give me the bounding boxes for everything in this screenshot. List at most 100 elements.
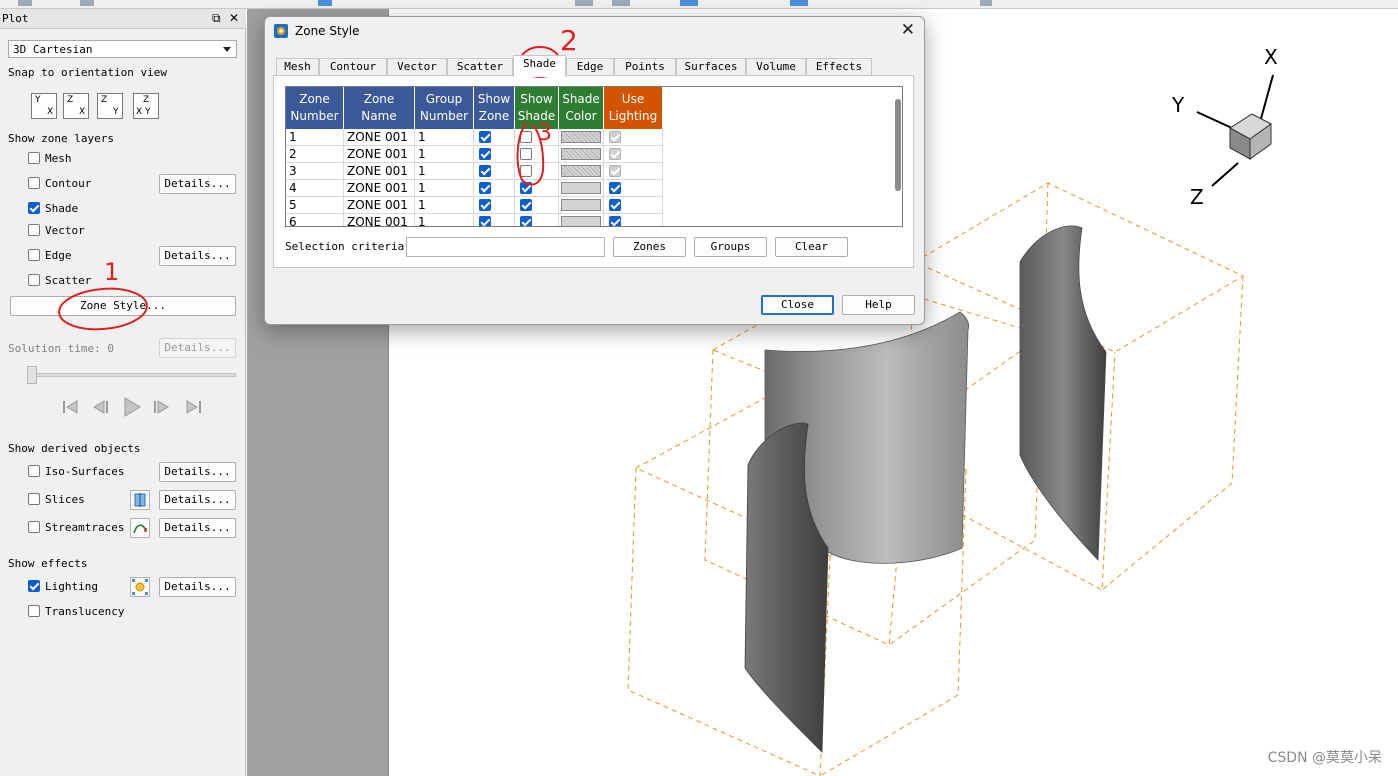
use-lighting-checkbox[interactable] [609,216,621,226]
shade-color-swatch[interactable] [561,131,601,143]
tab-vector[interactable]: Vector [387,58,447,76]
show-zone-checkbox[interactable] [479,131,491,143]
toolbar-icon[interactable] [612,0,630,6]
col-show-shade[interactable]: Show Shade [515,87,559,129]
table-row[interactable]: 2 ZONE 001 1 [286,146,664,163]
step-back-icon[interactable] [88,395,112,419]
selection-criteria-input[interactable] [406,237,605,257]
use-lighting-checkbox[interactable] [609,182,621,194]
close-button[interactable]: Close [761,295,834,315]
shade-color-swatch[interactable] [561,165,601,177]
step-forward-icon[interactable] [150,395,174,419]
tab-shade[interactable]: Shade [513,55,566,77]
orient-yx-button[interactable]: Y X [31,93,57,119]
zone-style-button[interactable]: Zone Style... [10,296,236,316]
slices-checkbox[interactable] [28,493,40,505]
shade-color-swatch[interactable] [561,182,601,194]
help-button[interactable]: Help [842,295,915,315]
edge-checkbox[interactable] [28,249,40,261]
edge-details-button[interactable]: Details... [159,246,236,266]
orient-zx-button[interactable]: Z X [63,93,89,119]
show-shade-checkbox[interactable] [520,199,532,211]
orient-zy-button[interactable]: Z Y [97,93,123,119]
toolbar-icon[interactable] [318,0,332,6]
use-lighting-checkbox[interactable] [609,131,621,143]
lighting-details-button[interactable]: Details... [159,577,236,597]
use-lighting-checkbox[interactable] [609,199,621,211]
float-panel-icon[interactable]: ⧉ [212,11,221,26]
shade-checkbox[interactable] [28,202,40,214]
slice-tool-icon[interactable] [130,490,150,510]
close-icon[interactable]: ✕ [901,20,915,40]
show-shade-checkbox[interactable] [520,131,532,143]
table-row[interactable]: 1 ZONE 001 1 [286,129,664,146]
col-shade-color[interactable]: Shade Color [559,87,604,129]
toolbar-icon[interactable] [980,0,992,6]
iso-details-button[interactable]: Details... [159,462,236,482]
play-icon[interactable] [119,395,143,419]
grid-scrollbar[interactable] [895,99,901,191]
toolbar-icon[interactable] [790,0,808,6]
lighting-checkbox[interactable] [28,580,40,592]
scatter-label: Scatter [45,274,92,287]
shade-color-swatch[interactable] [561,148,601,160]
show-shade-checkbox[interactable] [520,148,532,160]
table-row[interactable]: 5 ZONE 001 1 [286,197,664,214]
tab-contour[interactable]: Contour [319,58,387,76]
translucency-checkbox[interactable] [28,605,40,617]
contour-details-button[interactable]: Details... [159,174,236,194]
toolbar-icon[interactable] [575,0,593,6]
show-zone-checkbox[interactable] [479,216,491,226]
table-row[interactable]: 4 ZONE 001 1 [286,180,664,197]
show-shade-checkbox[interactable] [520,182,532,194]
tab-edge[interactable]: Edge [566,58,614,76]
light-source-icon[interactable] [130,577,150,597]
skip-last-icon[interactable] [182,395,206,419]
mesh-checkbox[interactable] [28,152,40,164]
tab-mesh[interactable]: Mesh [276,58,319,76]
iso-surfaces-checkbox[interactable] [28,465,40,477]
scatter-checkbox[interactable] [28,274,40,286]
vector-checkbox[interactable] [28,224,40,236]
tab-surfaces[interactable]: Surfaces [676,58,746,76]
show-zone-checkbox[interactable] [479,182,491,194]
shade-color-swatch[interactable] [561,199,601,211]
streamtraces-checkbox[interactable] [28,521,40,533]
toolbar-icon[interactable] [680,0,698,6]
plot-type-select[interactable]: 3D Cartesian [8,40,237,58]
col-use-lighting[interactable]: Use Lighting [604,87,663,129]
solution-details-button[interactable]: Details... [159,338,236,358]
toolbar-icon[interactable] [80,0,94,6]
contour-checkbox[interactable] [28,177,40,189]
orient-iso-button[interactable]: Z X Y [133,93,159,119]
skip-first-icon[interactable] [58,395,82,419]
zones-button[interactable]: Zones [613,237,686,257]
time-slider-thumb[interactable] [27,366,37,384]
toolbar-icon[interactable] [18,0,32,6]
col-show-zone[interactable]: Show Zone [474,87,515,129]
slices-details-button[interactable]: Details... [159,490,236,510]
col-zone-number[interactable]: Zone Number [286,87,344,129]
show-shade-checkbox[interactable] [520,165,532,177]
show-shade-checkbox[interactable] [520,216,532,226]
groups-button[interactable]: Groups [694,237,767,257]
tab-effects[interactable]: Effects [806,58,872,76]
streamtrace-tool-icon[interactable] [130,518,150,538]
show-zone-checkbox[interactable] [479,165,491,177]
col-zone-name[interactable]: Zone Name [344,87,415,129]
table-row[interactable]: 6 ZONE 001 1 [286,214,664,226]
show-zone-checkbox[interactable] [479,148,491,160]
clear-button[interactable]: Clear [775,237,848,257]
streamtraces-details-button[interactable]: Details... [159,518,236,538]
col-group-number[interactable]: Group Number [415,87,474,129]
tab-volume[interactable]: Volume [746,58,806,76]
table-row[interactable]: 3 ZONE 001 1 [286,163,664,180]
tab-scatter[interactable]: Scatter [447,58,513,76]
shade-color-swatch[interactable] [561,216,601,226]
use-lighting-checkbox[interactable] [609,165,621,177]
show-zone-checkbox[interactable] [479,199,491,211]
use-lighting-checkbox[interactable] [609,148,621,160]
close-panel-icon[interactable]: ✕ [229,11,239,25]
time-slider-track[interactable] [28,373,236,377]
tab-points[interactable]: Points [614,58,676,76]
